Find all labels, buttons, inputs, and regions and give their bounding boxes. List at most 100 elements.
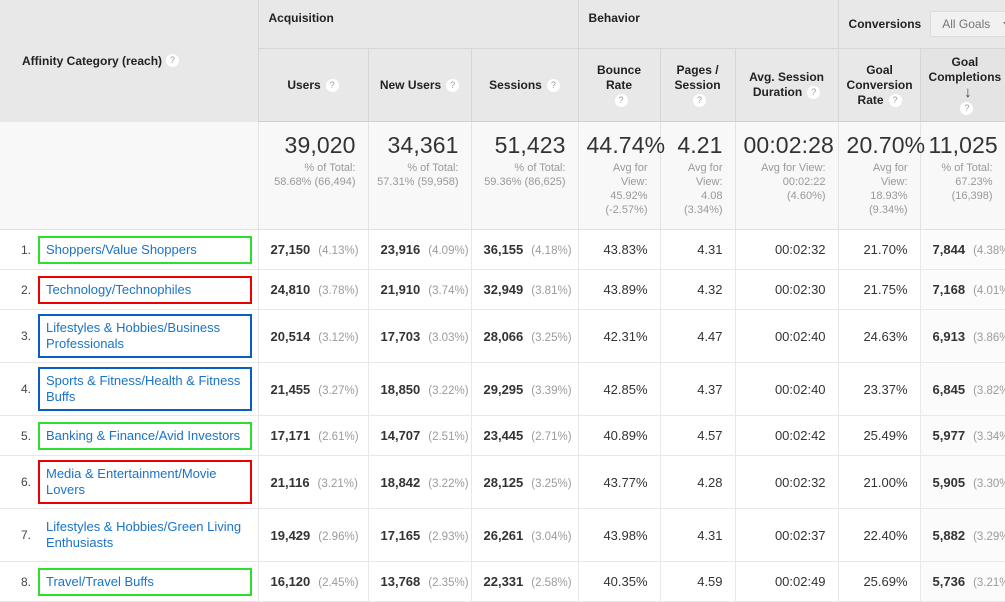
help-icon[interactable]: ? (546, 78, 560, 92)
cell-value-goal-completions: 7,168 (932, 282, 966, 298)
cell-users: 24,810 (3.78%) (258, 269, 369, 311)
cell-value-pages-session: 4.31 (697, 242, 723, 258)
cell-value-users: 19,429 (270, 527, 311, 543)
row-index: 5. (20, 428, 31, 443)
column-header-bounce-rate[interactable]: Bounce Rate? (578, 48, 661, 123)
table-row: 5. Banking & Finance/Avid Investors 17,171… (0, 415, 1005, 457)
summary-label-avg-session-duration: Avg for View: (761, 162, 826, 175)
cell-value-goal-conversion-rate: 24.63% (863, 328, 908, 344)
cell-value-bounce-rate: 43.77% (603, 474, 648, 490)
cell-new-users: 14,707 (2.51%) (368, 415, 472, 457)
cell-value-pages-session: 4.37 (697, 381, 723, 397)
summary-detail-avg-session-duration: 00:02:22 (4.60%) (782, 176, 826, 203)
cell-bounce-rate: 40.35% (578, 561, 661, 602)
help-icon[interactable]: ? (888, 93, 902, 107)
summary-label-goal-conversion-rate: Avg for View: (872, 162, 908, 189)
help-icon[interactable]: ? (325, 78, 339, 92)
group-label-acquisition: Acquisition (268, 11, 334, 25)
row-dimension-cell: 1. Shoppers/Value Shoppers (0, 229, 259, 271)
row-name-link[interactable]: Banking & Finance/Avid Investors (46, 428, 240, 443)
cell-value-goal-completions: 6,913 (932, 328, 966, 344)
cell-goal-completions: 5,882 (3.29%) (920, 508, 1005, 563)
column-header-goal-completions[interactable]: Goal Completions↓? (920, 48, 1005, 123)
dimension-header-cell[interactable]: Affinity Category (reach)? (0, 0, 259, 122)
summary-value-users: 39,020 (284, 132, 356, 159)
cell-percent-users: (2.45%) (318, 577, 359, 590)
cell-percent-users: (4.13%) (318, 245, 359, 258)
row-name-link[interactable]: Lifestyles & Hobbies/Green Living Enthus… (46, 519, 241, 550)
cell-percent-new-users: (3.22%) (428, 477, 469, 490)
cell-value-sessions: 32,949 (483, 282, 524, 298)
column-header-pages-session[interactable]: Pages / Session? (660, 48, 736, 123)
cell-percent-goal-completions: (3.82%) (973, 384, 1005, 397)
cell-avg-session-duration: 00:02:30 (735, 269, 839, 311)
summary-value-bounce-rate: 44.74% (586, 132, 666, 159)
row-dimension-cell: 7. Lifestyles & Hobbies/Green Living Enth… (0, 508, 259, 563)
cell-value-avg-session-duration: 00:02:32 (774, 242, 826, 258)
column-header-users[interactable]: Users? (258, 48, 369, 123)
summary-cell-bounce-rate: 44.74% Avg for View: 45.92% (-2.57%) (578, 121, 666, 231)
cell-value-goal-completions: 5,977 (932, 428, 966, 444)
row-name-link[interactable]: Media & Entertainment/Movie Lovers (46, 466, 217, 497)
column-header-sessions[interactable]: Sessions? (471, 48, 579, 123)
cell-users: 27,150 (4.13%) (258, 229, 369, 271)
cell-percent-sessions: (3.04%) (531, 530, 572, 543)
row-name-highlight-box: Sports & Fitness/Health & Fitness Buffs (38, 367, 252, 412)
cell-avg-session-duration: 00:02:49 (735, 561, 839, 602)
row-name-link[interactable]: Shoppers/Value Shoppers (46, 242, 197, 257)
column-label-bounce-rate: Bounce Rate (597, 62, 642, 92)
goals-select[interactable]: All Goals (930, 11, 1005, 37)
help-icon[interactable]: ? (446, 78, 460, 92)
column-header-goal-conversion-rate[interactable]: Goal Conversion Rate? (838, 48, 921, 123)
table-row: 3. Lifestyles & Hobbies/Business Professi… (0, 309, 1005, 364)
help-icon[interactable]: ? (614, 93, 628, 107)
row-name-link[interactable]: Lifestyles & Hobbies/Business Profession… (46, 320, 220, 351)
cell-value-goal-conversion-rate: 22.40% (863, 527, 908, 543)
row-name-link[interactable]: Technology/Technophiles (46, 282, 191, 297)
group-header-conversions: Conversions All Goals (838, 0, 1005, 49)
sort-descending-icon[interactable]: ↓ (964, 85, 972, 100)
cell-goal-completions: 6,845 (3.82%) (920, 362, 1005, 417)
group-header-row: Affinity Category (reach)? Acquisition B… (0, 0, 1005, 122)
group-label-conversions: Conversions (848, 17, 922, 31)
help-icon[interactable]: ? (807, 86, 821, 100)
row-name-link[interactable]: Sports & Fitness/Health & Fitness Buffs (46, 373, 240, 404)
dimension-title: Affinity Category (reach) (22, 53, 163, 68)
goals-select-value: All Goals (942, 17, 991, 31)
cell-value-goal-completions: 7,844 (932, 242, 966, 258)
cell-percent-sessions: (2.58%) (531, 577, 572, 590)
cell-users: 19,429 (2.96%) (258, 508, 369, 563)
table-row: 8. Travel/Travel Buffs 16,120 (2.45%) 13,768… (0, 561, 1005, 602)
cell-bounce-rate: 43.83% (578, 229, 661, 271)
column-header-avg-session-duration[interactable]: Avg. Session Duration? (735, 48, 839, 123)
cell-bounce-rate: 43.77% (578, 455, 661, 510)
cell-value-pages-session: 4.59 (697, 574, 723, 590)
summary-value-pages-session: 4.21 (677, 132, 723, 159)
column-header-new-users[interactable]: New Users? (368, 48, 472, 123)
table-body: 39,020 % of Total: 58.68% (66,494) 34,36… (0, 121, 1005, 602)
summary-label-new-users: % of Total: (407, 162, 459, 175)
cell-percent-users: (3.21%) (317, 477, 358, 490)
help-icon[interactable]: ? (960, 101, 974, 115)
summary-cell-sessions: 51,423 % of Total: 59.36% (86,625) (471, 121, 579, 231)
cell-new-users: 18,850 (3.22%) (368, 362, 472, 417)
cell-value-goal-completions: 5,882 (932, 527, 966, 543)
row-dimension-cell: 4. Sports & Fitness/Health & Fitness Buff… (0, 362, 259, 417)
column-label-goal-conversion-rate: Goal Conversion Rate (846, 62, 913, 107)
cell-users: 17,171 (2.61%) (258, 415, 369, 457)
cell-percent-goal-completions: (3.86%) (973, 331, 1005, 344)
cell-value-sessions: 28,125 (483, 474, 524, 490)
row-name-highlight-box: Banking & Finance/Avid Investors (38, 421, 252, 450)
summary-cell-new-users: 34,361 % of Total: 57.31% (59,958) (368, 121, 472, 231)
cell-value-pages-session: 4.57 (697, 428, 723, 444)
group-header-acquisition: Acquisition (258, 0, 579, 49)
row-name-link[interactable]: Travel/Travel Buffs (46, 574, 154, 589)
cell-sessions: 32,949 (3.81%) (471, 269, 579, 311)
help-icon[interactable]: ? (693, 93, 707, 107)
cell-pages-session: 4.28 (660, 455, 736, 510)
column-label-sessions: Sessions (489, 77, 542, 92)
cell-percent-sessions: (4.18%) (531, 245, 572, 258)
summary-label-pages-session: Avg for View: (687, 162, 723, 189)
table-row: 4. Sports & Fitness/Health & Fitness Buff… (0, 362, 1005, 417)
help-icon[interactable]: ? (166, 54, 180, 68)
